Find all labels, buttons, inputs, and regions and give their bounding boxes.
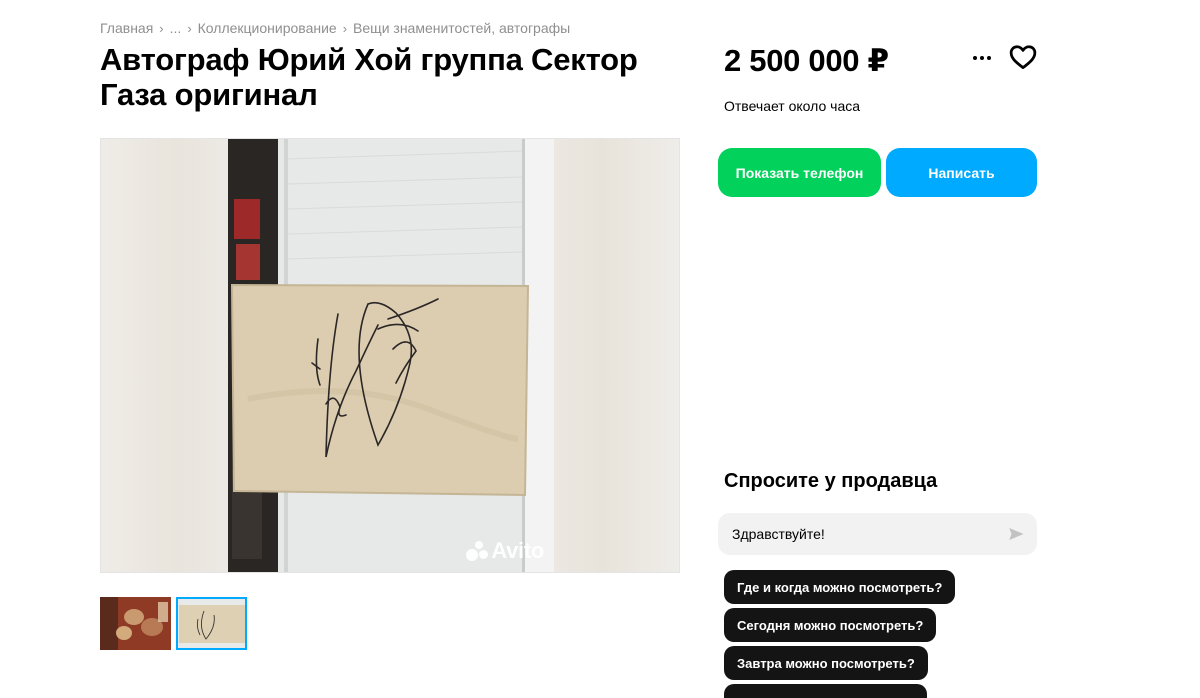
listing-price: 2 500 000 ₽ [724,43,889,78]
ask-seller-input-value: Здравствуйте! [732,526,825,542]
suggestion-chip-partial[interactable] [724,684,927,698]
thumbnail-1[interactable] [100,597,171,650]
more-dots-icon[interactable] [968,44,996,72]
avito-logo-icon [466,541,489,561]
send-icon[interactable] [1007,525,1025,543]
photo-gallery[interactable]: Avito [100,138,680,573]
write-message-button[interactable]: Написать [886,148,1037,197]
ask-seller-input[interactable]: Здравствуйте! [718,513,1037,555]
seller-response-time: Отвечает около часа [724,98,861,114]
breadcrumb-home[interactable]: Главная [100,20,153,36]
watermark-text: Avito [491,538,544,563]
breadcrumb-ellipsis[interactable]: ... [170,20,182,36]
avito-watermark: Avito [466,538,544,564]
breadcrumb-celebrity-items[interactable]: Вещи знаменитостей, автографы [353,20,570,36]
breadcrumb-collecting[interactable]: Коллекционирование [198,20,337,36]
gallery-blur-left [101,139,228,572]
listing-title: Автограф Юрий Хой группа Сектор Газа ори… [100,42,638,112]
suggestion-chip[interactable]: Завтра можно посмотреть? [724,646,928,680]
breadcrumb-separator: › [159,20,164,36]
thumbnail-2[interactable] [176,597,247,650]
gallery-blur-right [552,139,679,572]
heart-icon[interactable] [1008,42,1038,72]
breadcrumb-separator: › [187,20,192,36]
breadcrumb: Главная › ... › Коллекционирование › Вещ… [100,20,570,36]
breadcrumb-separator: › [342,20,348,36]
show-phone-button[interactable]: Показать телефон [718,148,881,197]
suggestion-chip[interactable]: Где и когда можно посмотреть? [724,570,956,604]
main-photo[interactable]: Avito [228,139,554,572]
ask-seller-title: Спросите у продавца [724,470,938,492]
thumbnail-strip [100,597,247,650]
suggestion-chip[interactable]: Сегодня можно посмотреть? [724,608,937,642]
